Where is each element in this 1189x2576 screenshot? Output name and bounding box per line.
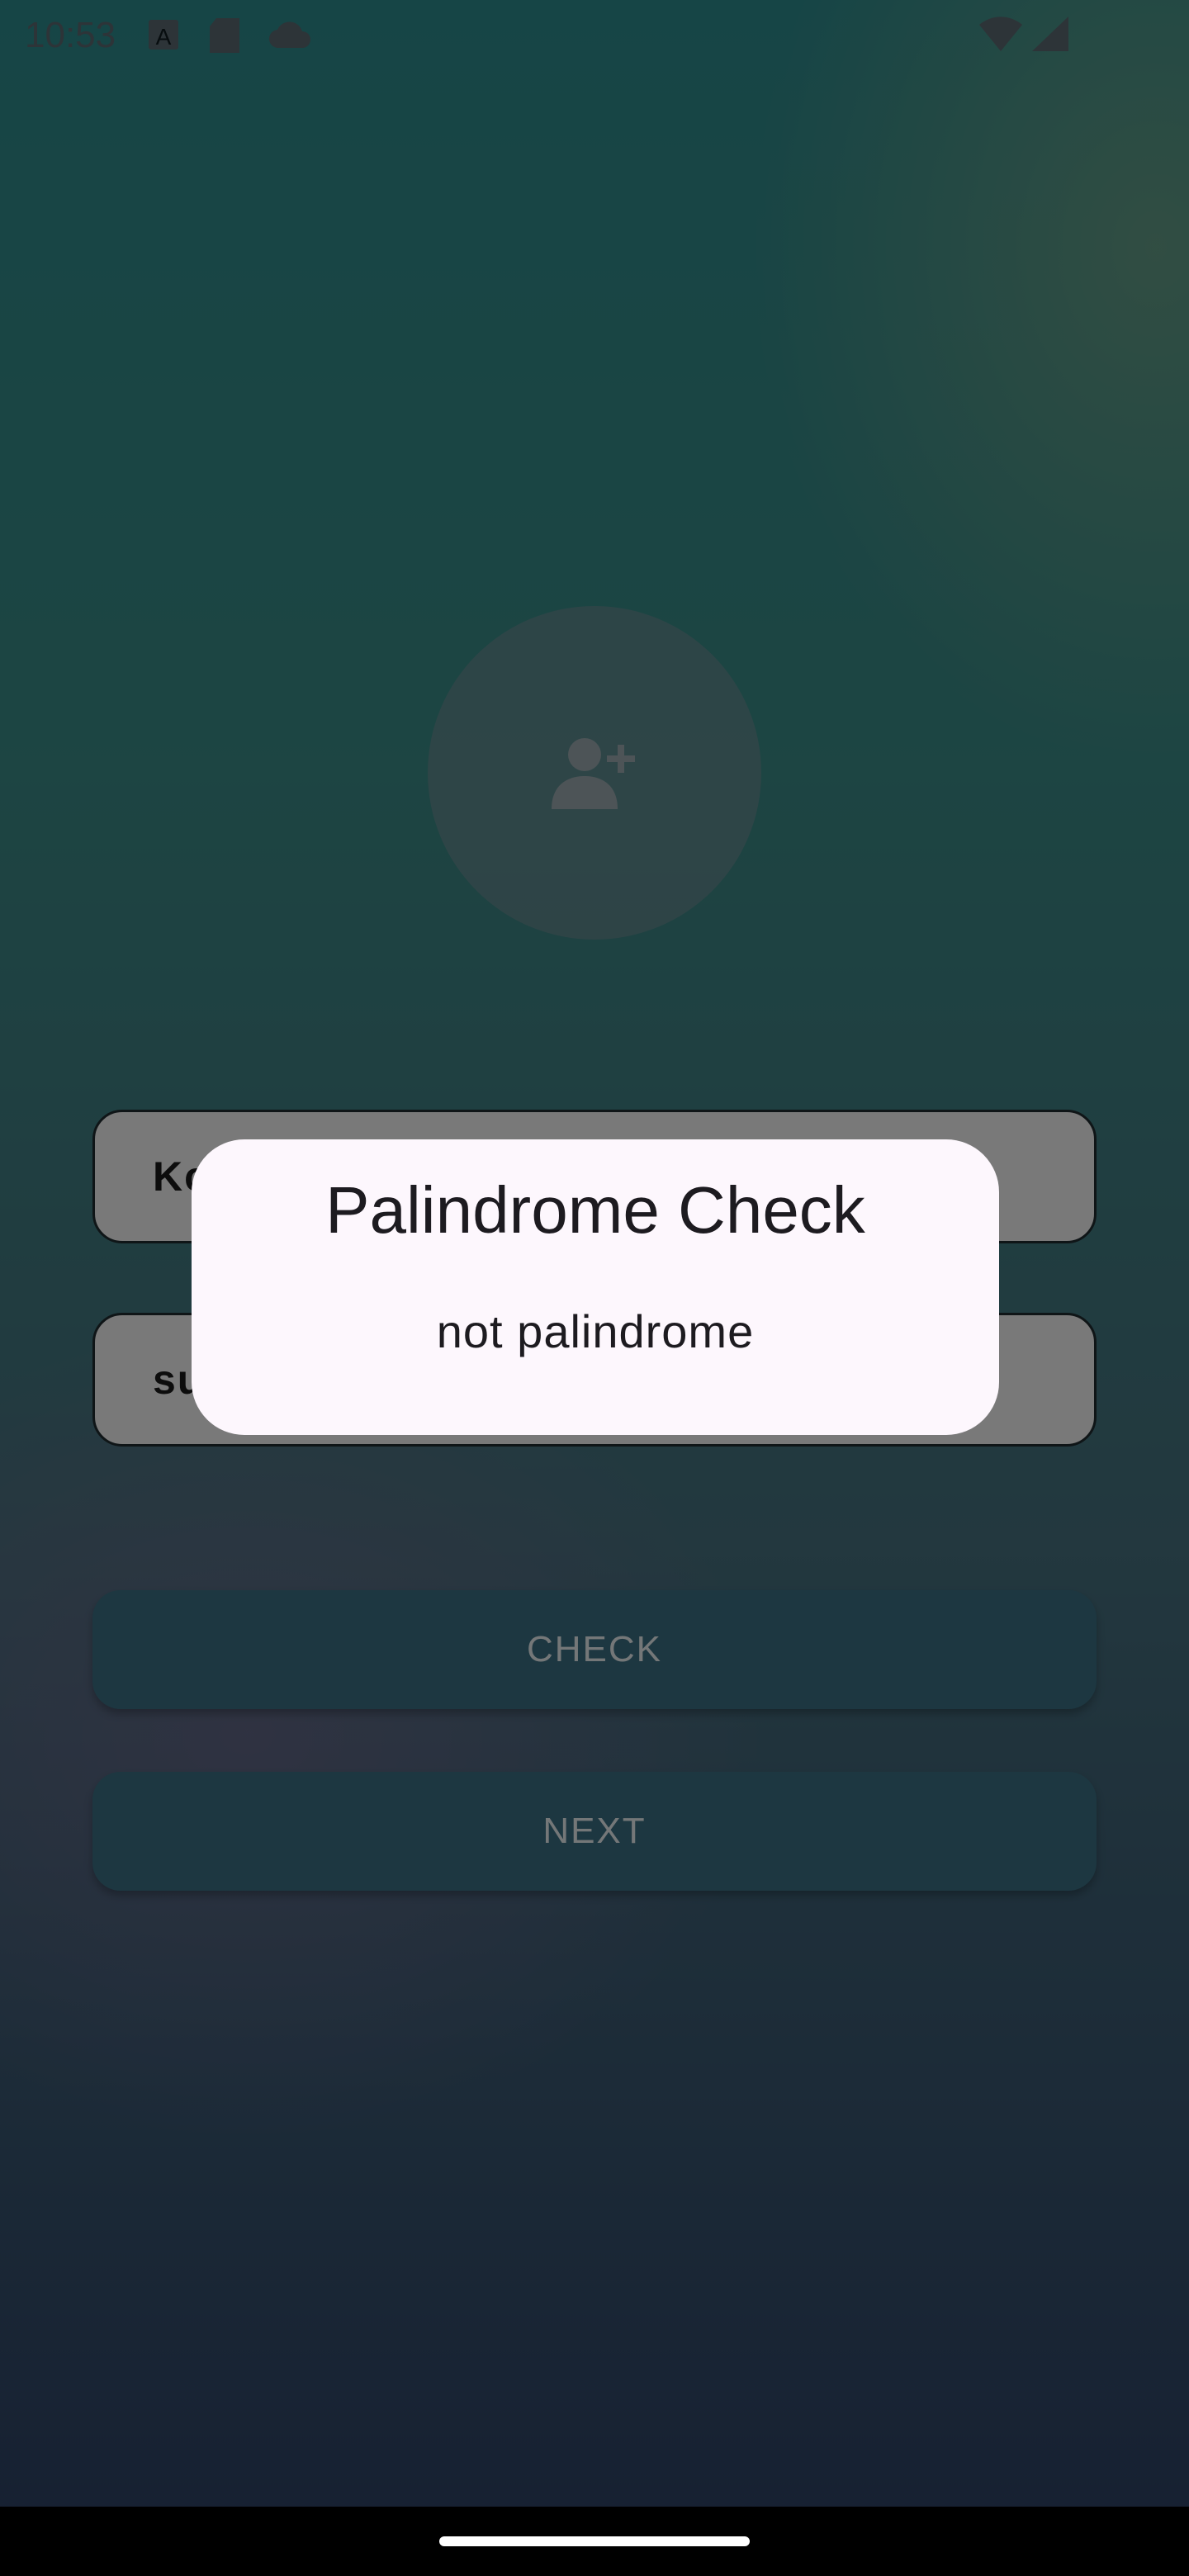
dialog-message: not palindrome [436, 1305, 755, 1357]
home-gesture-handle[interactable] [439, 2536, 750, 2546]
navigation-bar [0, 2507, 1189, 2576]
dialog-title: Palindrome Check [325, 1173, 865, 1247]
palindrome-dialog: Palindrome Check not palindrome [192, 1139, 999, 1435]
